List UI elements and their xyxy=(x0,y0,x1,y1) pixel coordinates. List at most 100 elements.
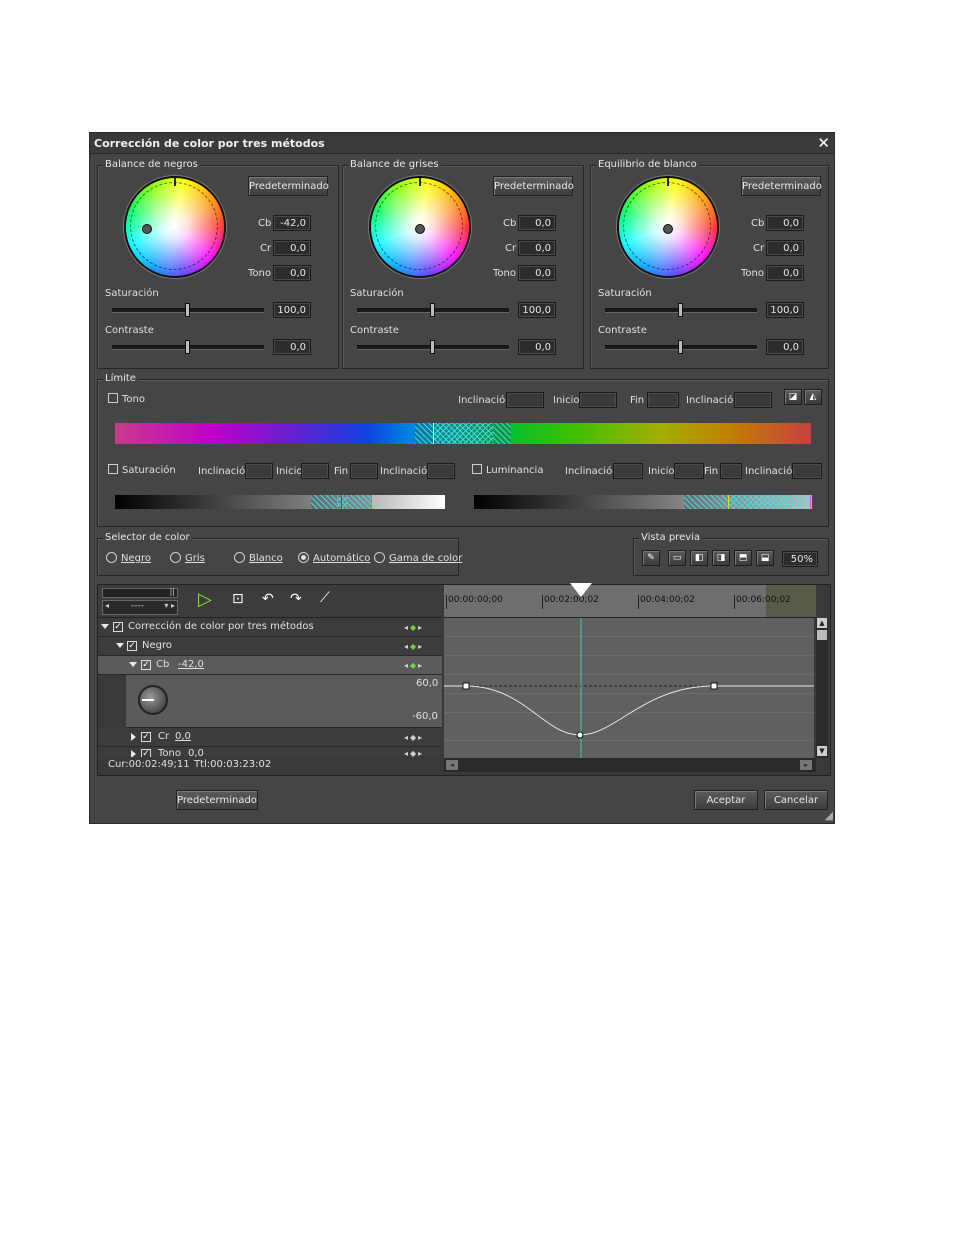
cb-checkbox[interactable]: ✓ xyxy=(141,660,151,670)
white-color-wheel[interactable] xyxy=(619,178,717,276)
tree-row-cr[interactable]: ✓ Cr 0,0 ◂◆▸ xyxy=(98,728,442,747)
transport-dropdown[interactable]: ◂ ---- ▾ ▸ xyxy=(102,600,178,615)
preview-split-right-icon[interactable]: ◨ xyxy=(712,550,730,566)
white-cb-field[interactable]: 0,0 xyxy=(766,215,804,231)
tone-incl2-field[interactable] xyxy=(734,392,772,408)
gray-contrast-thumb[interactable] xyxy=(430,340,435,354)
graph-icon[interactable]: ⟋ xyxy=(320,590,330,606)
black-contrast-slider[interactable] xyxy=(112,340,264,354)
tone-checkbox[interactable] xyxy=(108,393,118,403)
tone-incl1-field[interactable] xyxy=(506,392,544,408)
gray-default-button[interactable]: Predeterminado xyxy=(493,176,574,196)
horizontal-scrollbar[interactable]: ◂ ▸ xyxy=(444,758,816,772)
lum-end-field[interactable] xyxy=(720,463,742,479)
black-cb-field[interactable]: -42,0 xyxy=(273,215,311,231)
close-icon[interactable]: ✕ xyxy=(817,134,830,152)
white-saturation-slider[interactable] xyxy=(605,303,757,317)
selector-option-1[interactable]: Gris xyxy=(185,553,205,564)
gray-contrast-field[interactable]: 0,0 xyxy=(518,339,556,355)
white-cr-field[interactable]: 0,0 xyxy=(766,240,804,256)
gray-saturation-thumb[interactable] xyxy=(430,303,435,317)
gray-color-wheel[interactable] xyxy=(371,178,469,276)
time-ruler[interactable]: 00:00:00;00 00:02:00;02 00:04:00;02 00:0… xyxy=(444,583,816,618)
black-contrast-thumb[interactable] xyxy=(185,340,190,354)
tree-row-negro[interactable]: ✓ Negro ◂◆▸ xyxy=(98,637,442,656)
gray-cr-field[interactable]: 0,0 xyxy=(518,240,556,256)
sat-start-field[interactable] xyxy=(301,463,329,479)
black-saturation-slider[interactable] xyxy=(112,303,264,317)
cr-keyframe-nav[interactable]: ◂◆▸ xyxy=(404,733,424,742)
playhead-marker-icon[interactable] xyxy=(570,583,592,597)
lum-start-field[interactable] xyxy=(674,463,704,479)
gray-contrast-slider[interactable] xyxy=(357,340,509,354)
sat-incl2-field[interactable] xyxy=(427,463,455,479)
negro-keyframe-nav[interactable]: ◂◆▸ xyxy=(404,642,424,651)
preview-split-top-icon[interactable]: ⬒ xyxy=(734,550,752,566)
cb-keyframe-nav[interactable]: ◂◆▸ xyxy=(404,661,424,670)
effect-keyframe-nav[interactable]: ◂◆▸ xyxy=(404,623,424,632)
white-contrast-slider[interactable] xyxy=(605,340,757,354)
vertical-scrollbar[interactable]: ▲ ▼ xyxy=(816,618,828,758)
saturation-checkbox[interactable] xyxy=(108,464,118,474)
gray-saturation-slider[interactable] xyxy=(357,303,509,317)
negro-checkbox[interactable]: ✓ xyxy=(127,641,137,651)
tone-start-field[interactable] xyxy=(579,392,617,408)
gray-wheel-handle[interactable] xyxy=(415,224,425,234)
histogram-icon[interactable]: ◭ xyxy=(804,389,822,405)
effect-checkbox[interactable]: ✓ xyxy=(113,622,123,632)
selector-radio-0[interactable] xyxy=(106,552,117,563)
preview-full-icon[interactable]: ▭ xyxy=(668,550,686,566)
luminance-range-bar[interactable] xyxy=(474,495,812,509)
preview-split-bottom-icon[interactable]: ⬓ xyxy=(756,550,774,566)
tone-end-field[interactable] xyxy=(647,392,679,408)
resize-grip-icon[interactable]: ◢ xyxy=(825,809,833,822)
black-wheel-handle[interactable] xyxy=(142,224,152,234)
black-contrast-field[interactable]: 0,0 xyxy=(273,339,311,355)
sat-incl1-field[interactable] xyxy=(245,463,273,479)
gray-tone-field[interactable]: 0,0 xyxy=(518,265,556,281)
white-saturation-field[interactable]: 100,0 xyxy=(766,302,804,318)
keyframe-graph[interactable] xyxy=(444,618,814,758)
eyedropper-icon[interactable]: ✎ xyxy=(642,550,660,566)
black-default-button[interactable]: Predeterminado xyxy=(248,176,329,196)
white-saturation-thumb[interactable] xyxy=(678,303,683,317)
gray-cb-field[interactable]: 0,0 xyxy=(518,215,556,231)
black-saturation-thumb[interactable] xyxy=(185,303,190,317)
white-contrast-thumb[interactable] xyxy=(678,340,683,354)
cr-checkbox[interactable]: ✓ xyxy=(141,732,151,742)
white-default-button[interactable]: Predeterminado xyxy=(741,176,822,196)
selector-radio-1[interactable] xyxy=(170,552,181,563)
cancel-button[interactable]: Cancelar xyxy=(764,790,828,810)
saturation-range-bar[interactable] xyxy=(115,495,445,509)
white-wheel-handle[interactable] xyxy=(663,224,673,234)
selector-option-0[interactable]: Negro xyxy=(121,553,151,564)
selector-option-3[interactable]: Automático xyxy=(313,553,370,564)
ok-button[interactable]: Aceptar xyxy=(694,790,758,810)
contrast-mode-icon[interactable]: ◪ xyxy=(784,389,802,405)
hue-range-bar[interactable] xyxy=(115,423,811,444)
redo-icon[interactable]: ↷ xyxy=(290,591,302,607)
black-tone-field[interactable]: 0,0 xyxy=(273,265,311,281)
preview-zoom-field[interactable]: 50% xyxy=(782,551,818,567)
play-icon[interactable]: ▷ xyxy=(198,589,212,610)
lum-incl2-field[interactable] xyxy=(792,463,822,479)
selector-option-2[interactable]: Blanco xyxy=(249,553,283,564)
sat-end-field[interactable] xyxy=(350,463,378,479)
black-saturation-field[interactable]: 100,0 xyxy=(273,302,311,318)
selector-radio-2[interactable] xyxy=(234,552,245,563)
black-cr-field[interactable]: 0,0 xyxy=(273,240,311,256)
preview-loop-icon[interactable]: ⊡ xyxy=(232,591,244,607)
selector-radio-4[interactable] xyxy=(374,552,385,563)
footer-default-button[interactable]: Predeterminado xyxy=(176,790,258,810)
selector-radio-3[interactable] xyxy=(298,552,309,563)
black-color-wheel[interactable] xyxy=(126,178,224,276)
tree-row-cb[interactable]: ✓ Cb -42,0 ◂◆▸ xyxy=(98,656,442,675)
preview-split-left-icon[interactable]: ◧ xyxy=(690,550,708,566)
gray-saturation-field[interactable]: 100,0 xyxy=(518,302,556,318)
selector-option-4[interactable]: Gama de color xyxy=(389,553,462,564)
title-bar[interactable]: Corrección de color por tres métodos ✕ xyxy=(90,133,834,154)
tree-row-effect[interactable]: ✓ Corrección de color por tres métodos ◂… xyxy=(98,618,442,637)
lum-incl1-field[interactable] xyxy=(613,463,643,479)
luminance-checkbox[interactable] xyxy=(472,464,482,474)
transport-slider[interactable]: || xyxy=(102,587,178,598)
